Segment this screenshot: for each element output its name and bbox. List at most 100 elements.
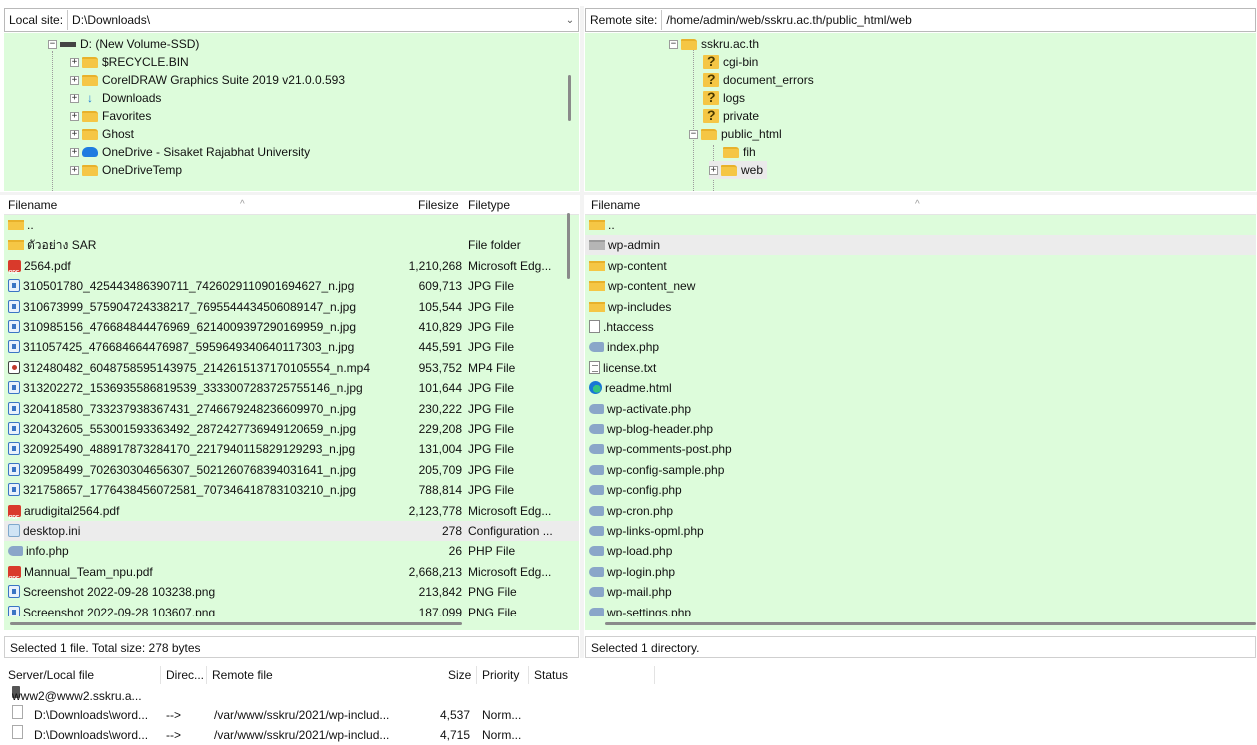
queue-column-size[interactable]: Size <box>448 664 471 686</box>
file-row[interactable]: .. <box>585 215 1256 235</box>
expand-icon[interactable]: + <box>70 111 79 121</box>
queue-file-row[interactable]: D:\Downloads\word... --> /var/www/sskru/… <box>0 705 800 725</box>
collapse-icon[interactable]: − <box>48 39 57 49</box>
file-row[interactable]: 320432605_553001593363492_28724277369491… <box>4 419 579 439</box>
expand-icon[interactable]: + <box>70 165 79 175</box>
file-row[interactable]: wp-links-opml.php <box>585 521 1256 541</box>
local-site-path-input[interactable]: D:\Downloads\ <box>67 10 562 30</box>
image-file-icon <box>8 279 20 293</box>
file-row[interactable]: 313202272_1536935586819539_3333007283725… <box>4 378 579 398</box>
local-tree-scrollbar[interactable] <box>568 75 571 121</box>
tree-item-fih[interactable]: fih <box>723 143 756 161</box>
tree-item-coreldraw[interactable]: + CorelDRAW Graphics Suite 2019 v21.0.0.… <box>70 71 345 89</box>
tree-item-logs[interactable]: logs <box>703 88 745 107</box>
tree-item-label: private <box>723 109 760 123</box>
file-row[interactable]: wp-content <box>585 256 1256 276</box>
file-row[interactable]: wp-login.php <box>585 562 1256 582</box>
expand-icon[interactable]: + <box>70 129 79 139</box>
queue-file-row[interactable]: D:\Downloads\word... --> /var/www/sskru/… <box>0 725 800 745</box>
file-row[interactable]: 311057425_476684664476987_59596493406401… <box>4 337 579 357</box>
local-hscroll-thumb[interactable] <box>10 622 462 625</box>
file-row[interactable]: info.php 26 PHP File <box>4 541 579 561</box>
file-row[interactable]: 310673999_575904724338217_76955444345060… <box>4 297 579 317</box>
file-row[interactable]: desktop.ini 278 Configuration ... <box>4 521 579 541</box>
file-row[interactable]: wp-content_new <box>585 276 1256 296</box>
tree-item-favorites[interactable]: + Favorites <box>70 107 151 125</box>
file-row[interactable]: 320418580_733237938367431_27466792482366… <box>4 399 579 419</box>
file-row[interactable]: wp-load.php <box>585 541 1256 561</box>
file-row[interactable]: wp-comments-post.php <box>585 439 1256 459</box>
expand-icon[interactable]: + <box>70 75 79 85</box>
folder-icon <box>82 74 98 86</box>
file-row[interactable]: wp-activate.php <box>585 399 1256 419</box>
expand-icon[interactable]: + <box>709 165 718 175</box>
tree-item-onedrive[interactable]: + OneDrive - Sisaket Rajabhat University <box>70 143 310 161</box>
file-row[interactable]: wp-cron.php <box>585 501 1256 521</box>
remote-hscroll-thumb[interactable] <box>605 622 1256 625</box>
queue-column-priority[interactable]: Priority <box>482 664 519 686</box>
queue-column-direction[interactable]: Direc... <box>166 664 204 686</box>
tree-item-web[interactable]: + web <box>709 161 768 179</box>
file-row[interactable]: arudigital2564.pdf 2,123,778 Microsoft Edg… <box>4 501 579 521</box>
tree-item-label: web <box>741 163 764 177</box>
queue-server-row[interactable]: www2@www2.sskru.a... <box>0 686 800 706</box>
tree-item-drive[interactable]: − D: (New Volume-SSD) <box>48 35 199 53</box>
queue-column-remote[interactable]: Remote file <box>212 664 273 686</box>
queue-column-status[interactable]: Status <box>534 664 568 686</box>
tree-item-onedrivetemp[interactable]: + OneDriveTemp <box>70 161 182 179</box>
remote-site-path-input[interactable]: /home/admin/web/sskru.ac.th/public_html/… <box>661 10 1255 30</box>
file-name: readme.html <box>605 381 672 396</box>
file-row[interactable]: 320925490_488917873284170_22179401158291… <box>4 439 579 459</box>
file-name-cell: Mannual_Team_npu.pdf <box>8 562 388 582</box>
column-header-filename[interactable]: Filename <box>8 195 57 215</box>
file-row[interactable]: license.txt <box>585 358 1256 378</box>
file-row[interactable]: wp-config.php <box>585 480 1256 500</box>
file-name: 310673999_575904724338217_76955444345060… <box>23 299 357 314</box>
file-row[interactable]: 320958499_702630304656307_50212607683940… <box>4 460 579 480</box>
local-list-scrollbar[interactable] <box>567 213 570 279</box>
collapse-icon[interactable]: − <box>669 39 678 49</box>
tree-item-sskru[interactable]: − sskru.ac.th <box>669 35 759 53</box>
queue-column-server[interactable]: Server/Local file <box>8 664 94 686</box>
file-row[interactable]: 2564.pdf 1,210,268 Microsoft Edg... <box>4 256 579 276</box>
folder-icon <box>589 281 605 292</box>
file-row[interactable]: wp-mail.php <box>585 582 1256 602</box>
file-row[interactable]: 310985156_476684844476969_62140093972901… <box>4 317 579 337</box>
file-row[interactable]: readme.html <box>585 378 1256 398</box>
file-row[interactable]: Screenshot 2022-09-28 103238.png 213,842 P… <box>4 582 579 602</box>
file-row[interactable]: 312480482_6048758595143975_2142615137170… <box>4 358 579 378</box>
tree-item-public-html[interactable]: − public_html <box>689 125 782 143</box>
file-row[interactable]: ตัวอย่าง SAR File folder <box>4 235 579 255</box>
file-row[interactable]: wp-includes <box>585 297 1256 317</box>
file-row[interactable]: Screenshot 2022-09-28 103607.png 187,099 P… <box>4 603 579 616</box>
column-header-filename[interactable]: Filename <box>591 195 640 215</box>
expand-icon[interactable]: + <box>70 147 79 157</box>
file-row[interactable]: wp-config-sample.php <box>585 460 1256 480</box>
collapse-icon[interactable]: − <box>689 129 698 139</box>
tree-item-recycle-bin[interactable]: + $RECYCLE.BIN <box>70 53 189 71</box>
tree-item-document-errors[interactable]: document_errors <box>703 70 814 89</box>
file-row[interactable]: index.php <box>585 337 1256 357</box>
file-name: .. <box>608 218 615 232</box>
column-header-filesize[interactable]: Filesize <box>418 195 459 215</box>
tree-item-cgi-bin[interactable]: cgi-bin <box>703 52 758 71</box>
file-name-cell: ตัวอย่าง SAR <box>8 235 388 255</box>
expand-icon[interactable]: + <box>70 57 79 67</box>
file-row[interactable]: wp-settings.php <box>585 603 1256 616</box>
vertical-splitter[interactable] <box>580 6 584 658</box>
file-row[interactable]: .. <box>4 215 579 235</box>
chevron-down-icon[interactable]: ⌄ <box>562 15 578 26</box>
file-row[interactable]: 310501780_425443486390711_74260291109016… <box>4 276 579 296</box>
file-row[interactable]: 321758657_1776438456072581_7073464187831… <box>4 480 579 500</box>
tree-item-private[interactable]: private <box>703 106 760 125</box>
file-row[interactable]: wp-admin <box>585 235 1256 256</box>
queue-size: 4,537 <box>440 708 471 722</box>
tree-item-ghost[interactable]: + Ghost <box>70 125 134 143</box>
file-type: File folder <box>468 238 521 253</box>
file-row[interactable]: wp-blog-header.php <box>585 419 1256 439</box>
column-header-filetype[interactable]: Filetype <box>468 195 510 215</box>
tree-item-downloads[interactable]: + ↓ Downloads <box>70 89 161 107</box>
file-row[interactable]: Mannual_Team_npu.pdf 2,668,213 Microsoft E… <box>4 562 579 582</box>
file-row[interactable]: .htaccess <box>585 317 1256 337</box>
expand-icon[interactable]: + <box>70 93 79 103</box>
